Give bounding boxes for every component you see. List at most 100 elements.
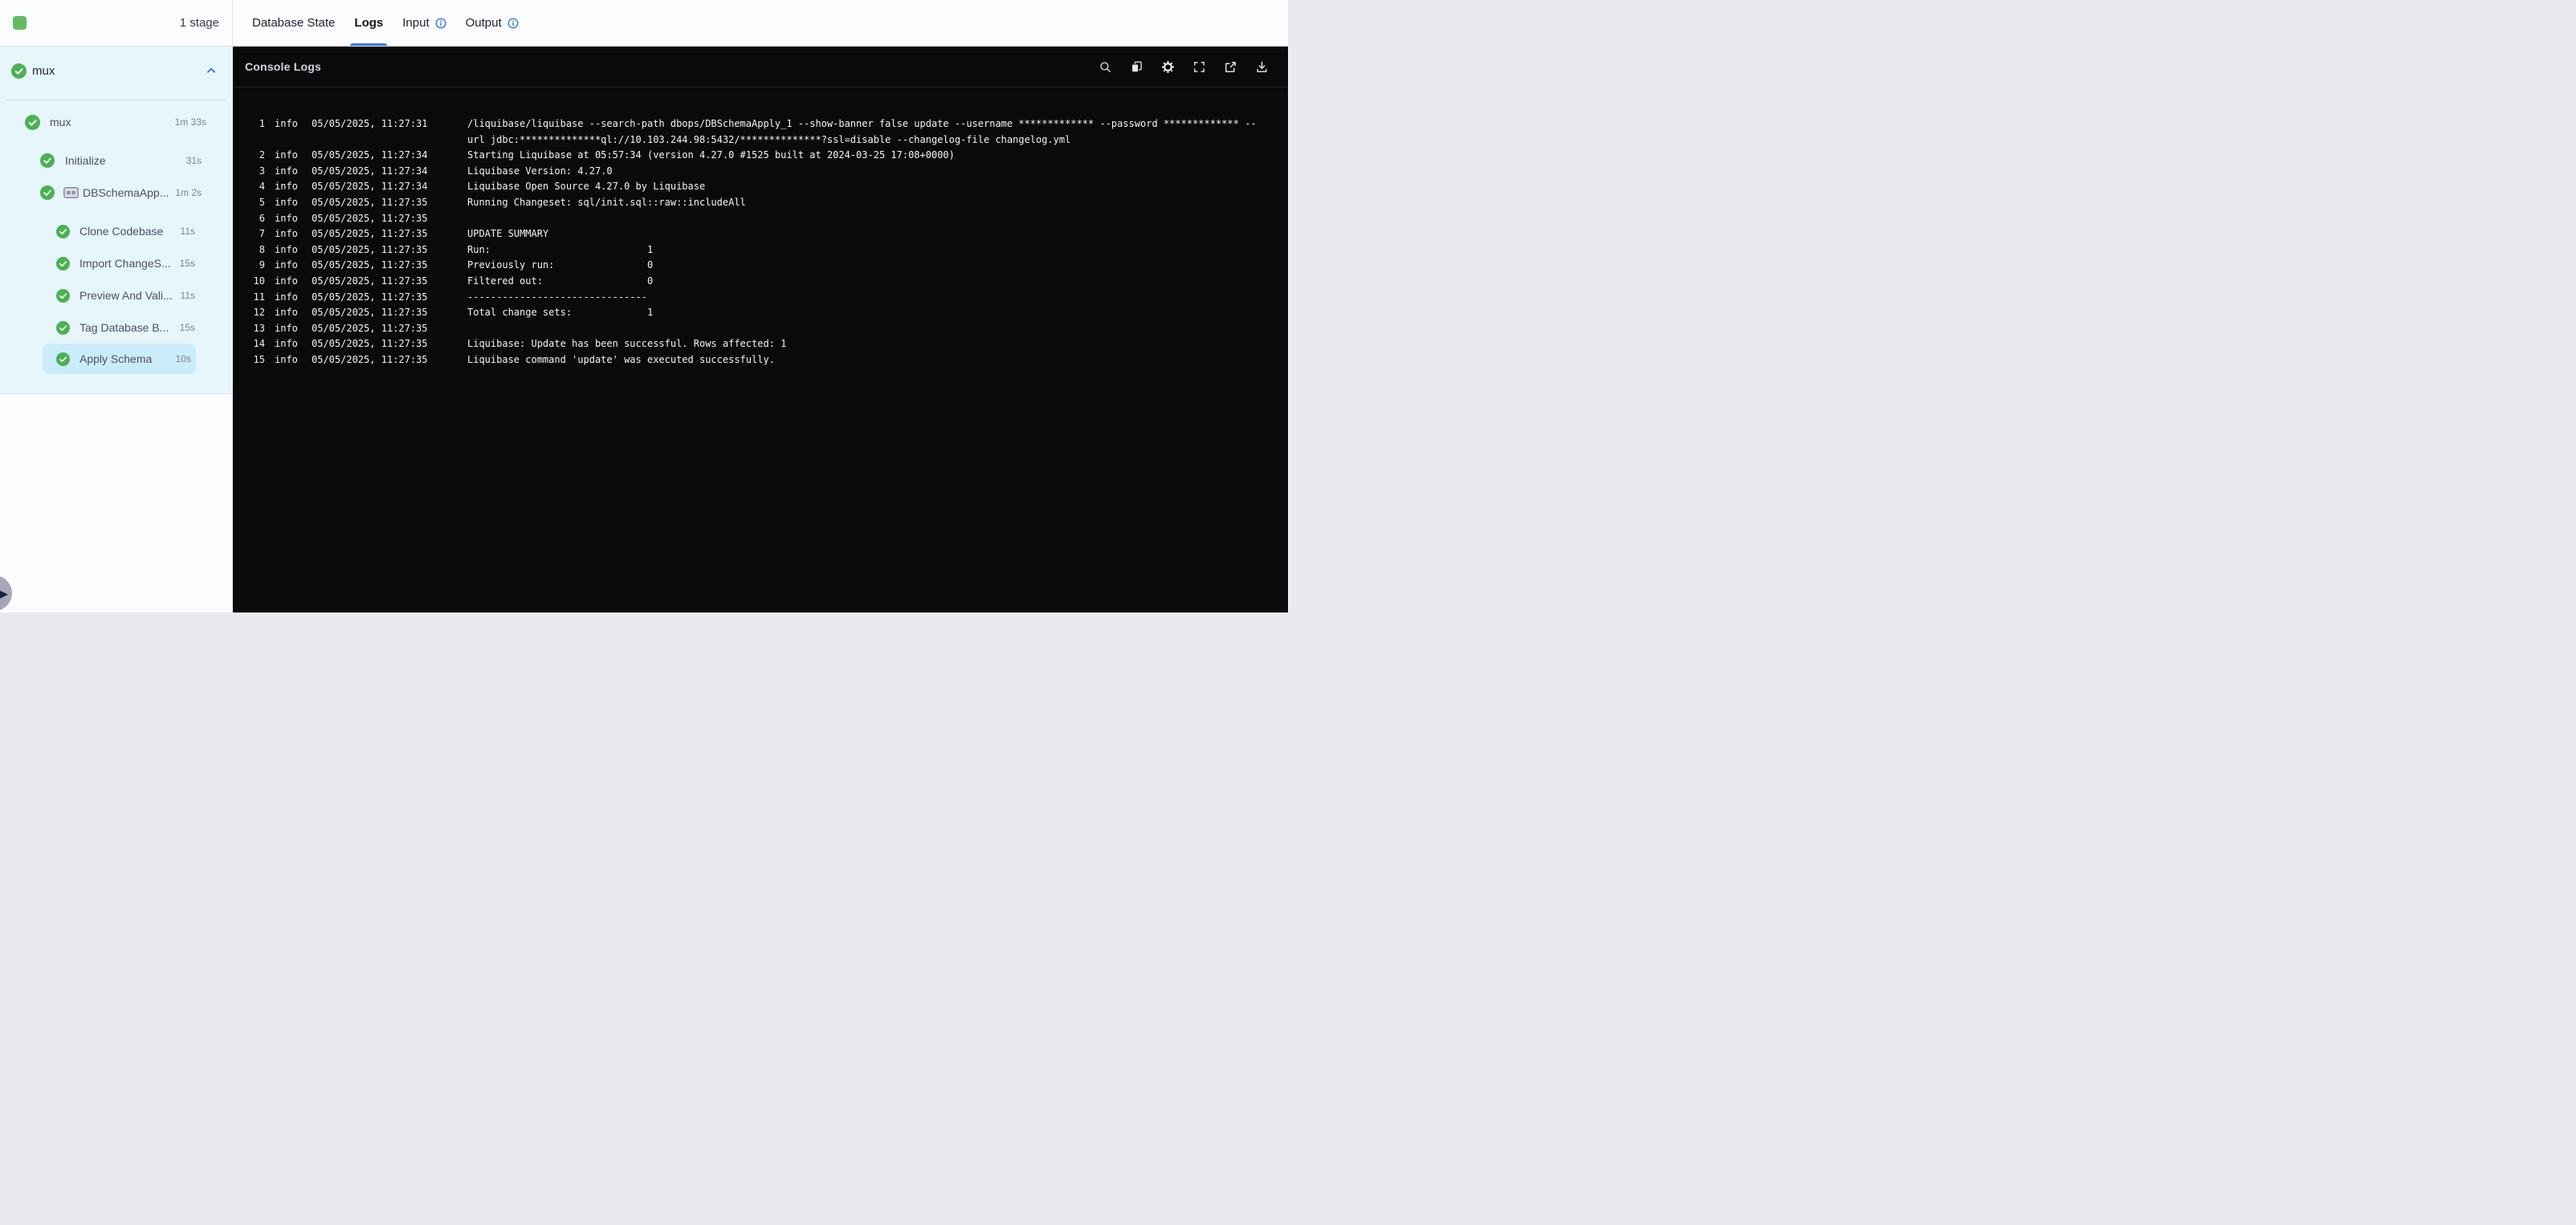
log-line: 14 info 05/05/2025, 11:27:35 Liquibase: Upd…: [233, 336, 1288, 352]
log-level: info: [275, 212, 298, 224]
tree-node-clone-codebase[interactable]: Clone Codebase 11s: [0, 215, 232, 247]
log-level: info: [275, 243, 298, 255]
fullscreen-button[interactable]: [1192, 60, 1206, 74]
log-level: info: [275, 196, 298, 208]
log-line-number: 2: [259, 149, 265, 161]
log-timestamp: 05/05/2025, 11:27:34: [312, 165, 428, 177]
tree-node-mux[interactable]: mux 1m 33s: [0, 106, 232, 138]
tree-node-apply-schema[interactable]: Apply Schema 10s: [43, 344, 196, 374]
log-level: info: [275, 291, 298, 303]
sidebar-header: 1 stage: [0, 0, 232, 47]
stage-header-mux[interactable]: mux: [0, 53, 232, 88]
log-line: 4 info 05/05/2025, 11:27:34 Liquibase Open …: [233, 179, 1288, 195]
tab-logs[interactable]: Logs: [354, 0, 383, 46]
stage-count-label: 1 stage: [179, 16, 219, 30]
log-line: 13 info 05/05/2025, 11:27:35: [233, 321, 1288, 337]
log-line: 15 info 05/05/2025, 11:27:35 Liquibase comm…: [233, 352, 1288, 368]
log-level: info: [275, 165, 298, 177]
log-message: Liquibase Open Source 4.27.0 by Liquibas…: [467, 181, 706, 193]
tab-input[interactable]: Input: [402, 0, 446, 46]
log-line-number: 7: [259, 228, 265, 240]
log-line-number: 10: [253, 275, 265, 287]
log-level: info: [275, 338, 298, 350]
log-line: 3 info 05/05/2025, 11:27:34 Liquibase Versi…: [233, 164, 1288, 180]
log-message: Running Changeset: sql/init.sql::raw::in…: [467, 196, 746, 208]
tab-database-state[interactable]: Database State: [252, 0, 335, 46]
success-check-icon: [56, 224, 70, 238]
chevron-up-icon: [207, 67, 215, 73]
log-timestamp: 05/05/2025, 11:27:34: [312, 149, 428, 161]
tab-output[interactable]: Output: [466, 0, 519, 46]
log-timestamp: 05/05/2025, 11:27:31: [312, 118, 428, 129]
tree-node-label: Import ChangeS...: [79, 257, 171, 270]
log-level: info: [275, 322, 298, 334]
log-line-number: 9: [259, 259, 265, 271]
log-timestamp: 05/05/2025, 11:27:35: [312, 243, 428, 255]
open-in-new-button[interactable]: [1224, 60, 1237, 74]
settings-icon: [1162, 60, 1174, 73]
log-message: Run: 1: [467, 243, 654, 255]
pipeline-execution-view: 1 stage mux mux 1m 33s Initialize 31s DBSche…: [0, 0, 1288, 612]
success-check-icon: [56, 256, 70, 271]
log-line-number: 12: [253, 307, 265, 319]
log-line: 9 info 05/05/2025, 11:27:35 Previously run:…: [233, 258, 1288, 274]
tree-node-label: DBSchemaApp...: [83, 186, 169, 199]
tree-node-tag-database-b[interactable]: Tag Database B... 15s: [0, 311, 232, 344]
log-message: url jdbc:**************ql://10.103.244.9…: [467, 133, 1071, 145]
log-message: Liquibase command 'update' was executed …: [467, 353, 775, 365]
log-line: 6 info 05/05/2025, 11:27:35: [233, 211, 1288, 227]
tree-node-label: mux: [50, 116, 71, 128]
success-check-icon: [56, 320, 70, 335]
success-check-icon: [40, 153, 55, 168]
search-icon: [1100, 61, 1111, 72]
success-check-icon: [11, 63, 26, 79]
log-line-number: 6: [259, 212, 265, 224]
console-title: Console Logs: [245, 60, 321, 73]
log-line: 12 info 05/05/2025, 11:27:35 Total change s…: [233, 305, 1288, 321]
success-check-icon: [56, 288, 70, 303]
duration-label: 15s: [179, 258, 195, 269]
log-line-number: 3: [259, 165, 265, 177]
info-icon: [507, 18, 519, 28]
duration-label: 11s: [180, 290, 195, 301]
log-timestamp: 05/05/2025, 11:27:35: [312, 275, 428, 287]
execution-tree: mux 1m 33s Initialize 31s DBSchemaApp... 1m 2…: [0, 106, 232, 374]
log-level: info: [275, 307, 298, 319]
duration-label: 10s: [175, 353, 191, 364]
log-message: Liquibase Version: 4.27.0: [467, 165, 613, 177]
log-level: info: [275, 181, 298, 193]
tree-node-initialize[interactable]: Initialize 31s: [0, 144, 232, 177]
log-output: 1 info 05/05/2025, 11:27:31/liquibase/liqu…: [233, 88, 1288, 612]
tree-node-import-changes[interactable]: Import ChangeS... 15s: [0, 247, 232, 279]
expand-panel-button[interactable]: ▶: [0, 576, 12, 611]
open-in-new-icon: [1225, 61, 1236, 72]
tree-node-label: Tag Database B...: [79, 321, 169, 334]
download-logs-button[interactable]: [1255, 60, 1269, 74]
download-icon: [1257, 61, 1267, 72]
tree-node-preview-and-vali[interactable]: Preview And Vali... 11s: [0, 279, 232, 311]
log-message: Starting Liquibase at 05:57:34 (version …: [467, 149, 955, 161]
stage-panel: mux mux 1m 33s Initialize 31s DBSchemaApp...…: [0, 47, 232, 394]
log-message: Total change sets: 1: [467, 307, 654, 319]
log-settings-button[interactable]: [1161, 60, 1175, 74]
log-line: 10 info 05/05/2025, 11:27:35 Filtered out: …: [233, 274, 1288, 290]
fullscreen-icon: [1194, 61, 1204, 72]
log-timestamp: 05/05/2025, 11:27:35: [312, 259, 428, 271]
copy-logs-button[interactable]: [1130, 60, 1143, 74]
log-timestamp: 05/05/2025, 11:27:35: [312, 307, 428, 319]
log-line: 1 info 05/05/2025, 11:27:31/liquibase/liqu…: [233, 116, 1288, 132]
log-line-number: 5: [259, 196, 265, 208]
duration-label: 31s: [185, 155, 202, 166]
duration-label: 15s: [179, 322, 195, 333]
log-message: /liquibase/liquibase --search-path dbops…: [467, 118, 1257, 129]
log-message: -------------------------------: [467, 291, 647, 303]
log-line: url jdbc:**************ql://10.103.244.9…: [233, 132, 1288, 149]
log-level: info: [275, 118, 298, 129]
step-group-icon: [63, 187, 79, 198]
log-level: [275, 132, 299, 149]
search-logs-button[interactable]: [1098, 60, 1112, 74]
log-timestamp: 05/05/2025, 11:27:35: [312, 322, 428, 334]
tree-node-dbschemaapp[interactable]: DBSchemaApp... 1m 2s: [0, 177, 232, 209]
log-line: 11 info 05/05/2025, 11:27:35 --------------…: [233, 290, 1288, 306]
log-timestamp: 05/05/2025, 11:27:35: [312, 291, 428, 303]
